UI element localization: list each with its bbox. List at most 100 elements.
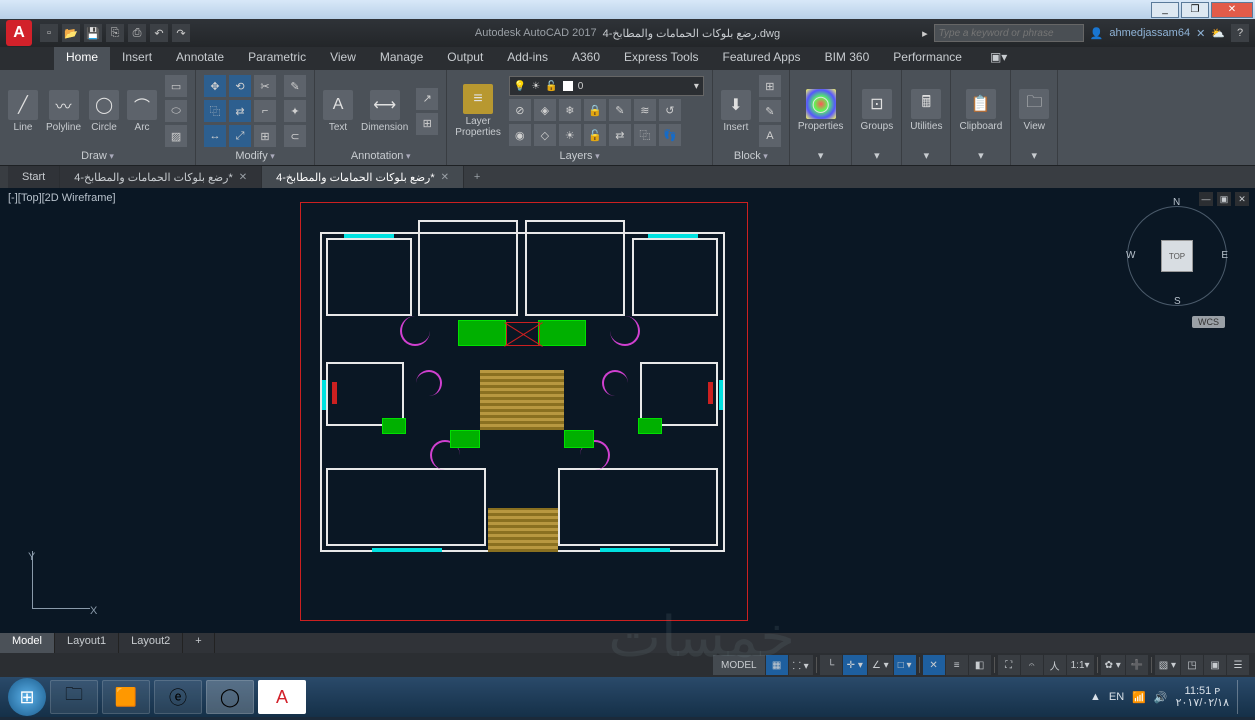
window-close[interactable]: ✕ bbox=[1211, 2, 1253, 18]
layer-freeze[interactable]: ❄ bbox=[559, 99, 581, 121]
status-annomon[interactable]: ➕ bbox=[1126, 655, 1148, 675]
tab-view[interactable]: View bbox=[318, 47, 368, 70]
compass-n[interactable]: N bbox=[1173, 197, 1180, 208]
tool-offset[interactable]: ⊂ bbox=[284, 125, 306, 147]
qat-undo[interactable]: ↶ bbox=[150, 24, 168, 42]
tab-featured[interactable]: Featured Apps bbox=[711, 47, 813, 70]
tool-utilities[interactable]: 🖩Utilities bbox=[910, 89, 942, 132]
panel-layers-label[interactable]: Layers bbox=[455, 148, 704, 165]
tool-stretch[interactable]: ↔ bbox=[204, 125, 226, 147]
tool-hatch[interactable]: ▨ bbox=[165, 125, 187, 147]
taskbar-chrome[interactable]: ◯ bbox=[206, 680, 254, 714]
ribbon-collapse-icon[interactable]: ▣▾ bbox=[978, 47, 1019, 70]
status-trans[interactable]: ◧ bbox=[969, 655, 991, 675]
qat-new[interactable]: ▫ bbox=[40, 24, 58, 42]
layer-dropdown[interactable]: 💡 ☀ 🔓 0 ▾ bbox=[509, 76, 704, 96]
status-anno[interactable]: 𝄐 bbox=[1021, 655, 1043, 675]
tool-circle[interactable]: ◯Circle bbox=[89, 90, 119, 133]
status-iso[interactable]: ∠ ▾ bbox=[868, 655, 893, 675]
qat-saveas[interactable]: ⎘ bbox=[106, 24, 124, 42]
layer-iso[interactable]: ◈ bbox=[534, 99, 556, 121]
tool-fillet[interactable]: ⌐ bbox=[254, 100, 276, 122]
start-button[interactable]: ⊞ bbox=[8, 678, 46, 716]
tab-bim360[interactable]: BIM 360 bbox=[813, 47, 882, 70]
tool-text[interactable]: AText bbox=[323, 90, 353, 133]
panel-properties-expand[interactable]: ▾ bbox=[798, 147, 844, 165]
layer-on[interactable]: ◉ bbox=[509, 124, 531, 146]
tray-flag-icon[interactable]: ▲ bbox=[1090, 691, 1101, 703]
qat-save[interactable]: 💾 bbox=[84, 24, 102, 42]
viewcube[interactable]: TOP N S E W WCS bbox=[1127, 198, 1227, 313]
tool-groups[interactable]: ⊡Groups bbox=[860, 89, 893, 132]
exchange-icon[interactable]: ✕ bbox=[1196, 27, 1205, 40]
help-icon[interactable]: ? bbox=[1231, 24, 1249, 42]
tool-edit-block[interactable]: ✎ bbox=[759, 100, 781, 122]
panel-groups-expand[interactable]: ▾ bbox=[860, 147, 893, 165]
layer-walk[interactable]: 👣 bbox=[659, 124, 681, 146]
doc-tab-1[interactable]: رضع بلوكات الحمامات والمطابخ-4*✕ bbox=[60, 166, 262, 188]
layout-1[interactable]: Layout1 bbox=[55, 633, 119, 653]
status-clean[interactable]: ▣ bbox=[1204, 655, 1226, 675]
status-lwt[interactable]: ≡ bbox=[946, 655, 968, 675]
tool-ellipse[interactable]: ⬭ bbox=[165, 100, 187, 122]
status-polar[interactable]: ✛ ▾ bbox=[843, 655, 867, 675]
tab-performance[interactable]: Performance bbox=[881, 47, 974, 70]
panel-block-label[interactable]: Block bbox=[721, 148, 781, 165]
tool-explode[interactable]: ✦ bbox=[284, 100, 306, 122]
tool-mirror[interactable]: ⇄ bbox=[229, 100, 251, 122]
status-scale[interactable]: 1:1 ▾ bbox=[1067, 655, 1094, 675]
compass-w[interactable]: W bbox=[1126, 250, 1135, 261]
tool-rotate[interactable]: ⟲ bbox=[229, 75, 251, 97]
status-snap[interactable]: ⸬ ▾ bbox=[789, 655, 813, 675]
user-name[interactable]: ahmedjassam64 bbox=[1109, 27, 1190, 39]
vp-close[interactable]: ✕ bbox=[1235, 192, 1249, 206]
taskbar-autocad[interactable]: A bbox=[258, 680, 306, 714]
show-desktop[interactable] bbox=[1237, 680, 1247, 714]
status-autoscale[interactable]: 人 bbox=[1044, 655, 1066, 675]
drawing-viewport[interactable]: [-][Top][2D Wireframe] — ▣ ✕ bbox=[0, 188, 1255, 633]
layer-prev[interactable]: ↺ bbox=[659, 99, 681, 121]
tab-output[interactable]: Output bbox=[435, 47, 495, 70]
search-input[interactable] bbox=[934, 24, 1084, 42]
close-icon[interactable]: ✕ bbox=[239, 172, 247, 183]
status-sc[interactable]: ⛶ bbox=[998, 655, 1020, 675]
doc-tab-add[interactable]: + bbox=[464, 166, 490, 188]
status-hw[interactable]: ▧ ▾ bbox=[1155, 655, 1180, 675]
close-icon[interactable]: ✕ bbox=[441, 172, 449, 183]
tool-layer-properties[interactable]: ≡Layer Properties bbox=[455, 84, 501, 138]
tab-insert[interactable]: Insert bbox=[110, 47, 164, 70]
tool-scale[interactable]: ⤢ bbox=[229, 125, 251, 147]
tool-line[interactable]: ╱Line bbox=[8, 90, 38, 133]
qat-redo[interactable]: ↷ bbox=[172, 24, 190, 42]
layer-thaw[interactable]: ☀ bbox=[559, 124, 581, 146]
tab-manage[interactable]: Manage bbox=[368, 47, 435, 70]
layer-make[interactable]: ✎ bbox=[609, 99, 631, 121]
layer-uniso[interactable]: ◇ bbox=[534, 124, 556, 146]
tool-view[interactable]: 🗀View bbox=[1019, 89, 1049, 132]
tool-trim[interactable]: ✂ bbox=[254, 75, 276, 97]
compass-s[interactable]: S bbox=[1174, 296, 1181, 307]
panel-annotation-label[interactable]: Annotation bbox=[323, 148, 438, 165]
status-osnap[interactable]: □ ▾ bbox=[894, 655, 916, 675]
signin-icon[interactable]: 👤 bbox=[1090, 27, 1104, 40]
layout-add[interactable]: + bbox=[183, 633, 214, 653]
tool-array[interactable]: ⊞ bbox=[254, 125, 276, 147]
status-ortho[interactable]: └ bbox=[820, 655, 842, 675]
tray-network-icon[interactable]: 📶 bbox=[1132, 691, 1146, 704]
panel-draw-label[interactable]: Draw bbox=[8, 148, 187, 165]
tray-clock[interactable]: 11:51 ᴘ ٢٠١٧/٠٢/١٨ bbox=[1176, 685, 1229, 709]
layer-unlock[interactable]: 🔓 bbox=[584, 124, 606, 146]
tool-arc[interactable]: ⌒Arc bbox=[127, 90, 157, 133]
tool-clipboard[interactable]: 📋Clipboard bbox=[959, 89, 1002, 132]
layout-model[interactable]: Model bbox=[0, 633, 55, 653]
doc-tab-2[interactable]: رضع بلوكات الحمامات والمطابخ-4*✕ bbox=[262, 166, 464, 188]
tool-move[interactable]: ✥ bbox=[204, 75, 226, 97]
tab-home[interactable]: Home bbox=[54, 47, 110, 70]
panel-view-expand[interactable]: ▾ bbox=[1019, 147, 1049, 165]
compass-e[interactable]: E bbox=[1221, 250, 1228, 261]
tab-annotate[interactable]: Annotate bbox=[164, 47, 236, 70]
tool-table[interactable]: ⊞ bbox=[416, 113, 438, 135]
tray-lang[interactable]: EN bbox=[1109, 691, 1124, 703]
panel-clipboard-expand[interactable]: ▾ bbox=[959, 147, 1002, 165]
a360-icon[interactable]: ⛅ bbox=[1211, 27, 1225, 40]
